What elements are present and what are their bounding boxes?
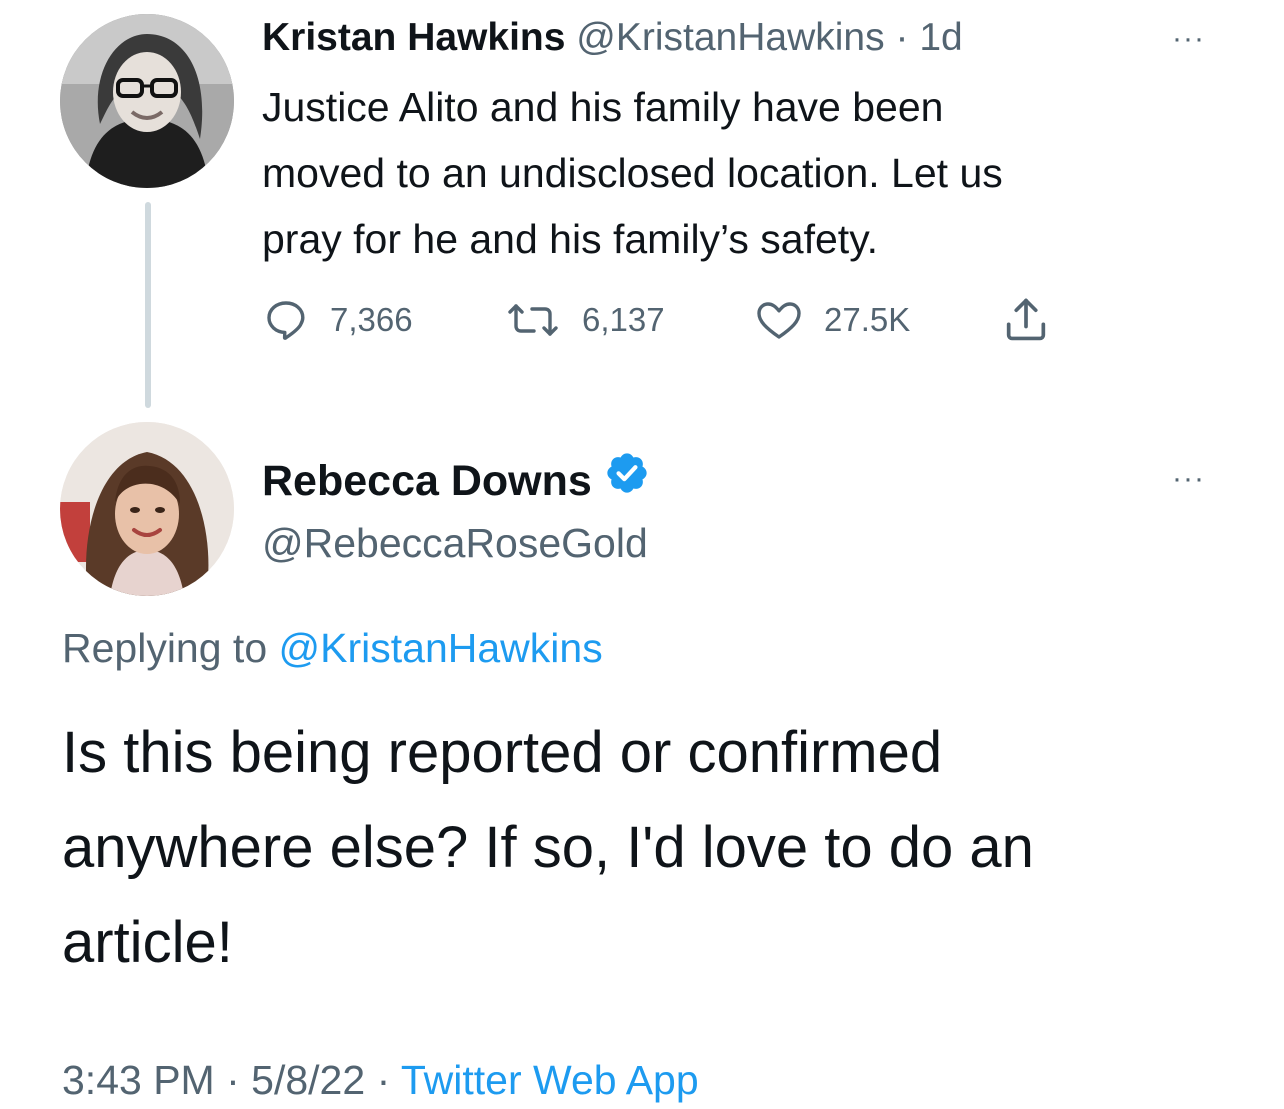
avatar-rebecca-downs[interactable]	[60, 422, 234, 596]
parent-text-line: pray for he and his family’s safety.	[262, 216, 879, 262]
thread-connector-line	[145, 202, 151, 408]
parent-timestamp[interactable]: 1d	[919, 16, 962, 59]
reply-text-line: Is this being reported or confirmed	[62, 720, 943, 785]
reply-text-line: anywhere else? If so, I'd love to do an	[62, 815, 1034, 880]
replying-to-prefix: Replying to	[62, 625, 268, 671]
like-count: 27.5K	[824, 301, 911, 338]
reply-text-line: article!	[62, 910, 233, 975]
parent-text-line: Justice Alito and his family have been	[262, 84, 944, 130]
parent-more-options-icon[interactable]: ···	[1172, 24, 1205, 54]
parent-author-handle[interactable]: @KristanHawkins	[576, 16, 884, 59]
like-icon	[754, 296, 804, 344]
tweet-time[interactable]: 3:43 PM	[62, 1057, 215, 1103]
replying-to-line: Replying to @KristanHawkins	[62, 620, 603, 676]
meta-separator: ·	[226, 1057, 240, 1103]
meta-separator: ·	[376, 1057, 391, 1103]
parent-tweet-header: Kristan Hawkins @KristanHawkins · 1d	[262, 10, 963, 66]
reply-more-options-icon[interactable]: ···	[1172, 464, 1205, 494]
retweet-icon	[504, 296, 562, 344]
parent-text-line: moved to an undisclosed location. Let us	[262, 150, 1003, 196]
share-button[interactable]	[1000, 294, 1052, 346]
like-button[interactable]: 27.5K	[754, 296, 910, 344]
tweet-date[interactable]: 5/8/22	[251, 1057, 365, 1103]
reply-tweet-text: Is this being reported or confirmed anyw…	[62, 705, 1252, 990]
reply-author-name[interactable]: Rebecca Downs	[262, 452, 592, 510]
avatar-kristan-hawkins[interactable]	[60, 14, 234, 188]
tweet-source-link[interactable]: Twitter Web App	[401, 1057, 699, 1103]
verified-badge-icon	[604, 450, 650, 511]
reply-author-name-row: Rebecca Downs	[262, 450, 650, 511]
reply-button[interactable]: 7,366	[262, 296, 413, 344]
tweet-metadata: 3:43 PM · 5/8/22 · Twitter Web App	[62, 1052, 699, 1108]
retweet-count: 6,137	[582, 301, 665, 338]
retweet-button[interactable]: 6,137	[504, 296, 665, 344]
parent-tweet-text: Justice Alito and his family have been m…	[262, 74, 1242, 272]
share-icon	[1000, 294, 1052, 346]
reply-count: 7,366	[330, 301, 413, 338]
parent-separator: ·	[895, 16, 909, 59]
reply-icon	[262, 296, 310, 344]
parent-author-name[interactable]: Kristan Hawkins	[262, 16, 565, 59]
reply-author-handle[interactable]: @RebeccaRoseGold	[262, 515, 648, 571]
replying-to-link[interactable]: @KristanHawkins	[279, 625, 603, 671]
